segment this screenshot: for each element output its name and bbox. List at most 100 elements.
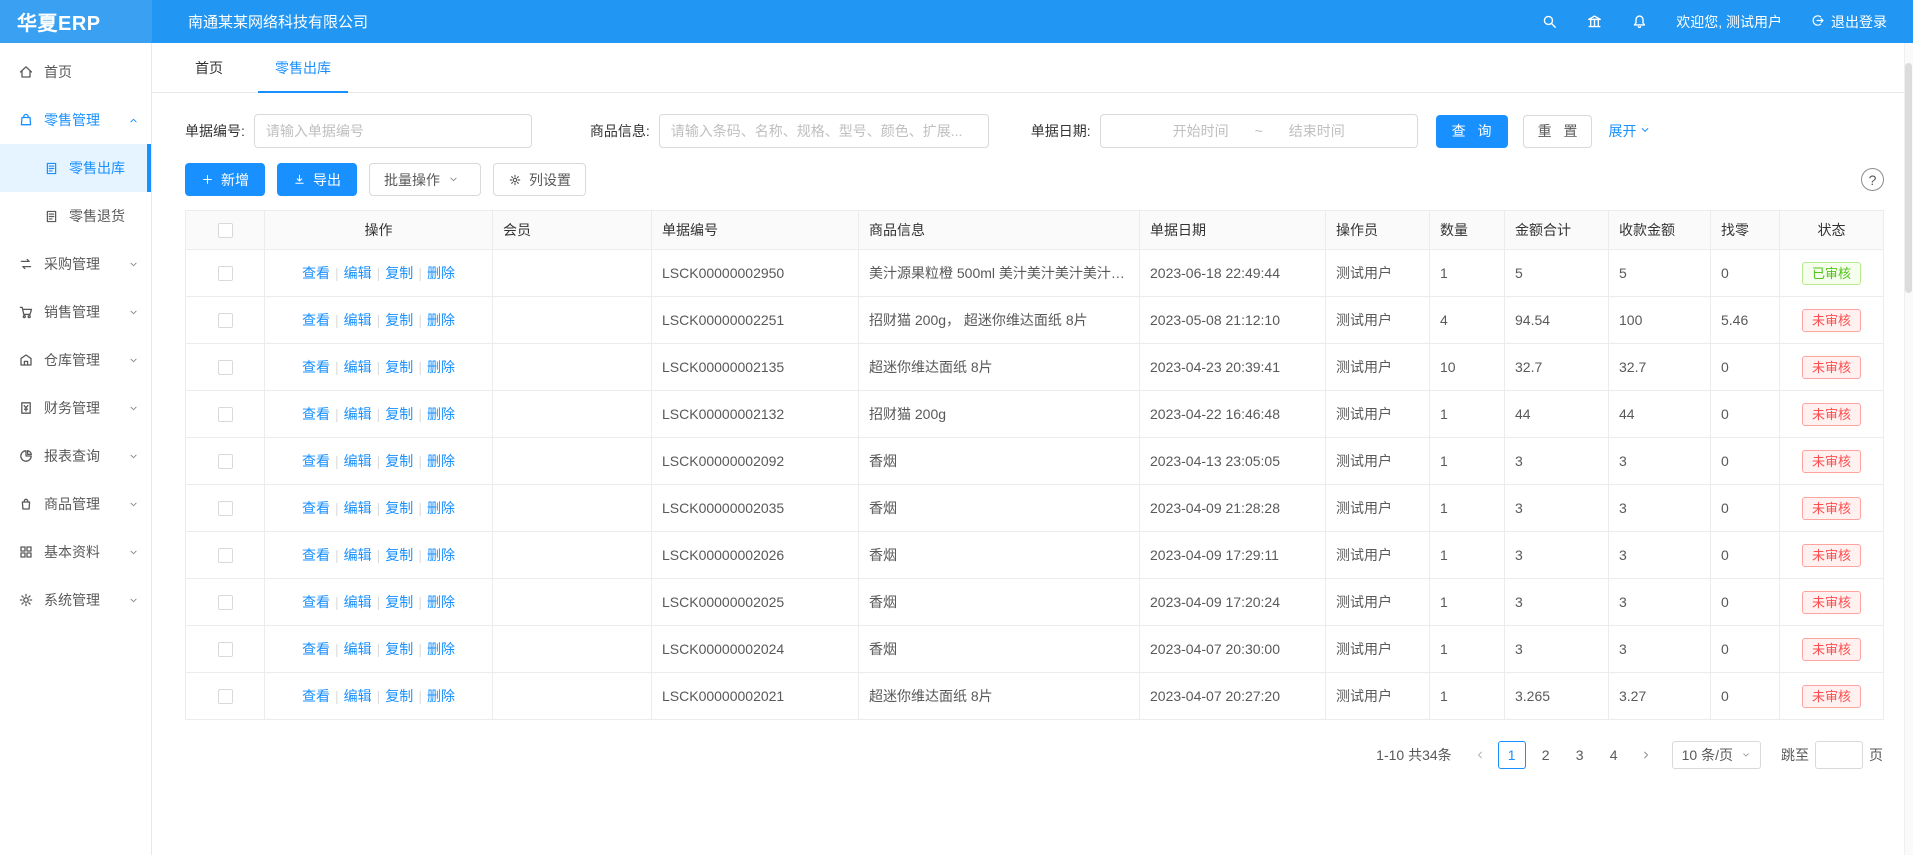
export-button[interactable]: 导出	[277, 163, 357, 196]
prev-page-button[interactable]	[1468, 749, 1492, 761]
edit-link[interactable]: 编辑	[344, 641, 372, 657]
view-link[interactable]: 查看	[302, 406, 330, 422]
copy-link[interactable]: 复制	[385, 547, 413, 563]
sidebar-item-8[interactable]: 基本资料	[0, 528, 151, 576]
reset-button[interactable]: 重 置	[1523, 115, 1593, 148]
sidebar-subitem-1-0[interactable]: 零售出库	[0, 144, 151, 192]
edit-link[interactable]: 编辑	[344, 265, 372, 281]
sidebar-item-7[interactable]: 商品管理	[0, 480, 151, 528]
copy-link[interactable]: 复制	[385, 406, 413, 422]
row-checkbox[interactable]	[218, 266, 233, 281]
sidebar-item-4[interactable]: 仓库管理	[0, 336, 151, 384]
delete-link[interactable]: 删除	[427, 641, 455, 657]
sidebar-item-5[interactable]: 财务管理	[0, 384, 151, 432]
bank-icon[interactable]	[1586, 13, 1603, 30]
copy-link[interactable]: 复制	[385, 500, 413, 516]
row-checkbox[interactable]	[218, 454, 233, 469]
delete-link[interactable]: 删除	[427, 312, 455, 328]
copy-link[interactable]: 复制	[385, 688, 413, 704]
help-icon[interactable]: ?	[1861, 168, 1884, 191]
copy-link[interactable]: 复制	[385, 359, 413, 375]
column-header: 收款金额	[1609, 211, 1711, 250]
delete-link[interactable]: 删除	[427, 406, 455, 422]
page-size-select[interactable]: 10 条/页	[1672, 741, 1761, 769]
cell-bill-date: 2023-04-22 16:46:48	[1140, 391, 1326, 438]
view-link[interactable]: 查看	[302, 359, 330, 375]
delete-link[interactable]: 删除	[427, 359, 455, 375]
edit-link[interactable]: 编辑	[344, 688, 372, 704]
add-button[interactable]: 新增	[185, 163, 265, 196]
tab-0[interactable]: 首页	[178, 43, 240, 92]
edit-link[interactable]: 编辑	[344, 500, 372, 516]
batch-actions-button[interactable]: 批量操作	[369, 163, 481, 196]
page-button-3[interactable]: 3	[1566, 741, 1594, 769]
row-checkbox[interactable]	[218, 360, 233, 375]
view-link[interactable]: 查看	[302, 594, 330, 610]
search-icon[interactable]	[1541, 13, 1558, 30]
edit-link[interactable]: 编辑	[344, 453, 372, 469]
product-info-input[interactable]	[659, 114, 989, 148]
delete-link[interactable]: 删除	[427, 453, 455, 469]
next-page-button[interactable]	[1634, 749, 1658, 761]
delete-link[interactable]: 删除	[427, 688, 455, 704]
date-range-input[interactable]: 开始时间 ~ 结束时间	[1100, 114, 1418, 148]
search-button[interactable]: 查 询	[1436, 115, 1508, 148]
view-link[interactable]: 查看	[302, 265, 330, 281]
sidebar-subitem-1-1[interactable]: 零售退货	[0, 192, 151, 240]
view-link[interactable]: 查看	[302, 500, 330, 516]
cell-operator: 测试用户	[1326, 485, 1430, 532]
chevron-right-icon	[1640, 749, 1652, 761]
page-button-4[interactable]: 4	[1600, 741, 1628, 769]
bell-icon[interactable]	[1631, 13, 1648, 30]
cell-operator: 测试用户	[1326, 579, 1430, 626]
copy-link[interactable]: 复制	[385, 312, 413, 328]
tab-1[interactable]: 零售出库	[258, 43, 348, 92]
edit-link[interactable]: 编辑	[344, 547, 372, 563]
column-settings-button[interactable]: 列设置	[493, 163, 586, 196]
edit-link[interactable]: 编辑	[344, 594, 372, 610]
bill-no-input[interactable]	[254, 114, 532, 148]
cell-total-amount: 3	[1505, 532, 1609, 579]
scrollbar-track[interactable]	[1904, 43, 1913, 855]
delete-link[interactable]: 删除	[427, 265, 455, 281]
edit-link[interactable]: 编辑	[344, 312, 372, 328]
row-checkbox[interactable]	[218, 501, 233, 516]
view-link[interactable]: 查看	[302, 312, 330, 328]
product-info-label: 商品信息:	[590, 121, 650, 141]
edit-link[interactable]: 编辑	[344, 359, 372, 375]
view-link[interactable]: 查看	[302, 641, 330, 657]
expand-link[interactable]: 展开	[1608, 121, 1651, 141]
delete-link[interactable]: 删除	[427, 594, 455, 610]
view-link[interactable]: 查看	[302, 688, 330, 704]
row-checkbox[interactable]	[218, 595, 233, 610]
page-button-1[interactable]: 1	[1498, 741, 1526, 769]
select-all-checkbox[interactable]	[218, 223, 233, 238]
copy-link[interactable]: 复制	[385, 453, 413, 469]
sidebar-item-6[interactable]: 报表查询	[0, 432, 151, 480]
sidebar-item-0[interactable]: 首页	[0, 48, 151, 96]
sidebar-item-1[interactable]: 零售管理	[0, 96, 151, 144]
sidebar-item-9[interactable]: 系统管理	[0, 576, 151, 624]
page-button-2[interactable]: 2	[1532, 741, 1560, 769]
row-checkbox[interactable]	[218, 313, 233, 328]
row-checkbox[interactable]	[218, 407, 233, 422]
link-separator: |	[377, 688, 381, 704]
pagination-total: 1-10 共34条	[1376, 745, 1451, 765]
view-link[interactable]: 查看	[302, 453, 330, 469]
copy-link[interactable]: 复制	[385, 641, 413, 657]
delete-link[interactable]: 删除	[427, 500, 455, 516]
cell-quantity: 1	[1430, 579, 1505, 626]
jump-to-input[interactable]	[1815, 741, 1863, 769]
row-checkbox[interactable]	[218, 689, 233, 704]
logout-button[interactable]: 退出登录	[1810, 12, 1887, 32]
row-checkbox[interactable]	[218, 548, 233, 563]
row-checkbox[interactable]	[218, 642, 233, 657]
sidebar-item-2[interactable]: 采购管理	[0, 240, 151, 288]
view-link[interactable]: 查看	[302, 547, 330, 563]
copy-link[interactable]: 复制	[385, 265, 413, 281]
edit-link[interactable]: 编辑	[344, 406, 372, 422]
scrollbar-thumb[interactable]	[1905, 63, 1912, 293]
copy-link[interactable]: 复制	[385, 594, 413, 610]
sidebar-item-3[interactable]: 销售管理	[0, 288, 151, 336]
delete-link[interactable]: 删除	[427, 547, 455, 563]
